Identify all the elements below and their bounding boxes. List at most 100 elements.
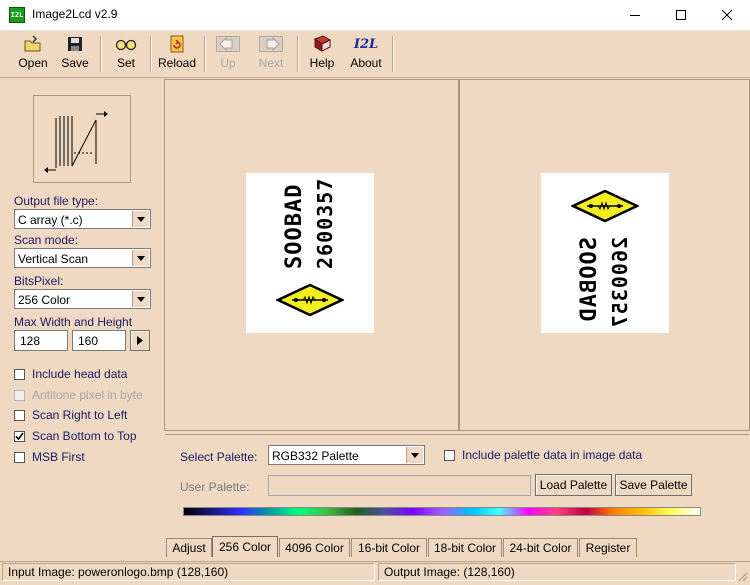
- set-label: Set: [116, 56, 135, 70]
- chevron-down-icon[interactable]: [132, 211, 149, 227]
- chevron-down-icon[interactable]: [132, 250, 149, 266]
- open-label: Open: [18, 56, 48, 70]
- checkbox-box[interactable]: [14, 409, 25, 421]
- reload-label: Reload: [157, 56, 197, 70]
- close-button[interactable]: [704, 0, 750, 30]
- app-icon: I2L: [9, 7, 25, 23]
- tab-4096-color[interactable]: 4096 Color: [279, 538, 350, 557]
- checkbox-box[interactable]: [14, 451, 25, 463]
- about-label: About: [350, 56, 382, 70]
- select-palette-select[interactable]: RGB332 Palette: [268, 445, 425, 465]
- diamond-logo-icon: [276, 283, 344, 317]
- scan-mode-select[interactable]: Vertical Scan: [14, 248, 151, 268]
- toolbar-separator: [392, 36, 394, 72]
- window-title: Image2Lcd v2.9: [32, 7, 118, 21]
- scan-right-to-left-checkbox[interactable]: Scan Right to Left: [14, 408, 127, 422]
- antitone-pixel-label: Antitone pixel in byte: [32, 388, 143, 402]
- reload-button[interactable]: Reload: [156, 33, 198, 75]
- about-logo-icon: I2L: [353, 36, 379, 52]
- checkbox-box[interactable]: [444, 449, 455, 461]
- set-button[interactable]: Set: [108, 33, 144, 75]
- include-palette-data-label: Include palette data in image data: [462, 448, 643, 462]
- checkbox-box[interactable]: [14, 368, 25, 380]
- tab-18-bit-color[interactable]: 18-bit Color: [428, 538, 502, 557]
- reload-icon: [170, 35, 184, 53]
- tab-adjust[interactable]: Adjust: [166, 538, 212, 557]
- about-button[interactable]: I2L About: [346, 33, 386, 75]
- bits-pixel-select[interactable]: 256 Color: [14, 289, 151, 309]
- user-palette-label: User Palette:: [180, 480, 250, 494]
- tab-256-color[interactable]: 256 Color: [212, 536, 278, 557]
- help-button[interactable]: Help: [305, 33, 339, 75]
- include-head-data-label: Include head data: [32, 367, 128, 381]
- toolbar-separator: [150, 36, 152, 72]
- help-label: Help: [309, 56, 335, 70]
- select-palette-label: Select Palette:: [180, 450, 258, 464]
- max-size-label: Max Width and Height: [14, 315, 133, 329]
- scan-right-to-left-label: Scan Right to Left: [32, 408, 128, 422]
- tab-register[interactable]: Register: [579, 538, 637, 557]
- bits-pixel-value: 256 Color: [18, 293, 71, 307]
- output-file-type-label: Output file type:: [14, 194, 99, 208]
- vertical-scan-diagram-icon: [44, 111, 108, 173]
- load-palette-button[interactable]: Load Palette: [535, 474, 612, 496]
- maximize-button[interactable]: [658, 0, 704, 30]
- next-button[interactable]: Next: [254, 33, 288, 75]
- output-number-text: 2600357: [608, 237, 632, 329]
- output-image: SOOBAD 2600357: [541, 173, 669, 333]
- status-output-image: Output Image: (128,160): [378, 563, 736, 581]
- tab-16-bit-color[interactable]: 16-bit Color: [351, 538, 427, 557]
- include-palette-data-checkbox[interactable]: Include palette data in image data: [444, 448, 642, 462]
- scan-mode-label: Scan mode:: [14, 233, 79, 247]
- status-input-image: Input Image: poweronlogo.bmp (128,160): [2, 563, 375, 581]
- save-palette-button[interactable]: Save Palette: [615, 474, 692, 496]
- up-button[interactable]: Up: [212, 33, 244, 75]
- arrow-right-icon: [259, 36, 283, 52]
- resize-grip-icon[interactable]: [736, 570, 748, 582]
- include-head-data-checkbox[interactable]: Include head data: [14, 367, 127, 381]
- chevron-down-icon[interactable]: [406, 447, 423, 463]
- output-file-type-select[interactable]: C array (*.c): [14, 209, 151, 229]
- save-button[interactable]: Save: [58, 33, 92, 75]
- maximize-icon: [676, 10, 686, 20]
- checkbox-box[interactable]: [14, 389, 25, 401]
- toolbar-separator: [100, 36, 102, 72]
- close-icon: [721, 9, 733, 21]
- checkbox-box[interactable]: [14, 430, 25, 442]
- bits-pixel-label: BitsPixel:: [14, 274, 64, 288]
- input-image: SOOBAD 2600357: [246, 173, 374, 333]
- next-label: Next: [258, 56, 284, 70]
- minimize-button[interactable]: [612, 0, 658, 30]
- input-callsign-text: SOOBAD: [282, 183, 307, 269]
- toolbar-separator: [204, 36, 206, 72]
- select-palette-value: RGB332 Palette: [272, 449, 359, 463]
- tab-24-bit-color[interactable]: 24-bit Color: [503, 538, 578, 557]
- open-button[interactable]: Open: [14, 33, 52, 75]
- play-arrow-icon: [137, 336, 143, 345]
- max-height-input[interactable]: 160: [72, 330, 126, 351]
- scan-mode-diagram: [33, 95, 131, 183]
- minimize-icon: [630, 15, 640, 16]
- palette-color-strip: [183, 507, 701, 516]
- glasses-icon: [115, 39, 137, 51]
- max-width-input[interactable]: 128: [14, 330, 68, 351]
- apply-size-button[interactable]: [130, 330, 150, 351]
- chevron-down-icon[interactable]: [132, 291, 149, 307]
- toolbar-separator: [297, 36, 299, 72]
- user-palette-input[interactable]: [268, 475, 531, 496]
- msb-first-label: MSB First: [32, 450, 85, 464]
- help-book-icon: [313, 35, 332, 52]
- input-number-text: 2600357: [313, 177, 337, 269]
- msb-first-checkbox[interactable]: MSB First: [14, 450, 85, 464]
- output-file-type-value: C array (*.c): [18, 213, 83, 227]
- scan-bottom-to-top-checkbox[interactable]: Scan Bottom to Top: [14, 429, 137, 443]
- up-label: Up: [220, 56, 236, 70]
- scan-mode-value: Vertical Scan: [18, 252, 89, 266]
- save-label: Save: [61, 56, 89, 70]
- antitone-pixel-checkbox[interactable]: Antitone pixel in byte: [14, 388, 143, 402]
- scan-bottom-to-top-label: Scan Bottom to Top: [32, 429, 137, 443]
- open-folder-icon: [24, 35, 41, 52]
- save-disk-icon: [68, 37, 82, 51]
- diamond-logo-icon: [571, 189, 639, 223]
- output-callsign-text: SOOBAD: [577, 237, 602, 323]
